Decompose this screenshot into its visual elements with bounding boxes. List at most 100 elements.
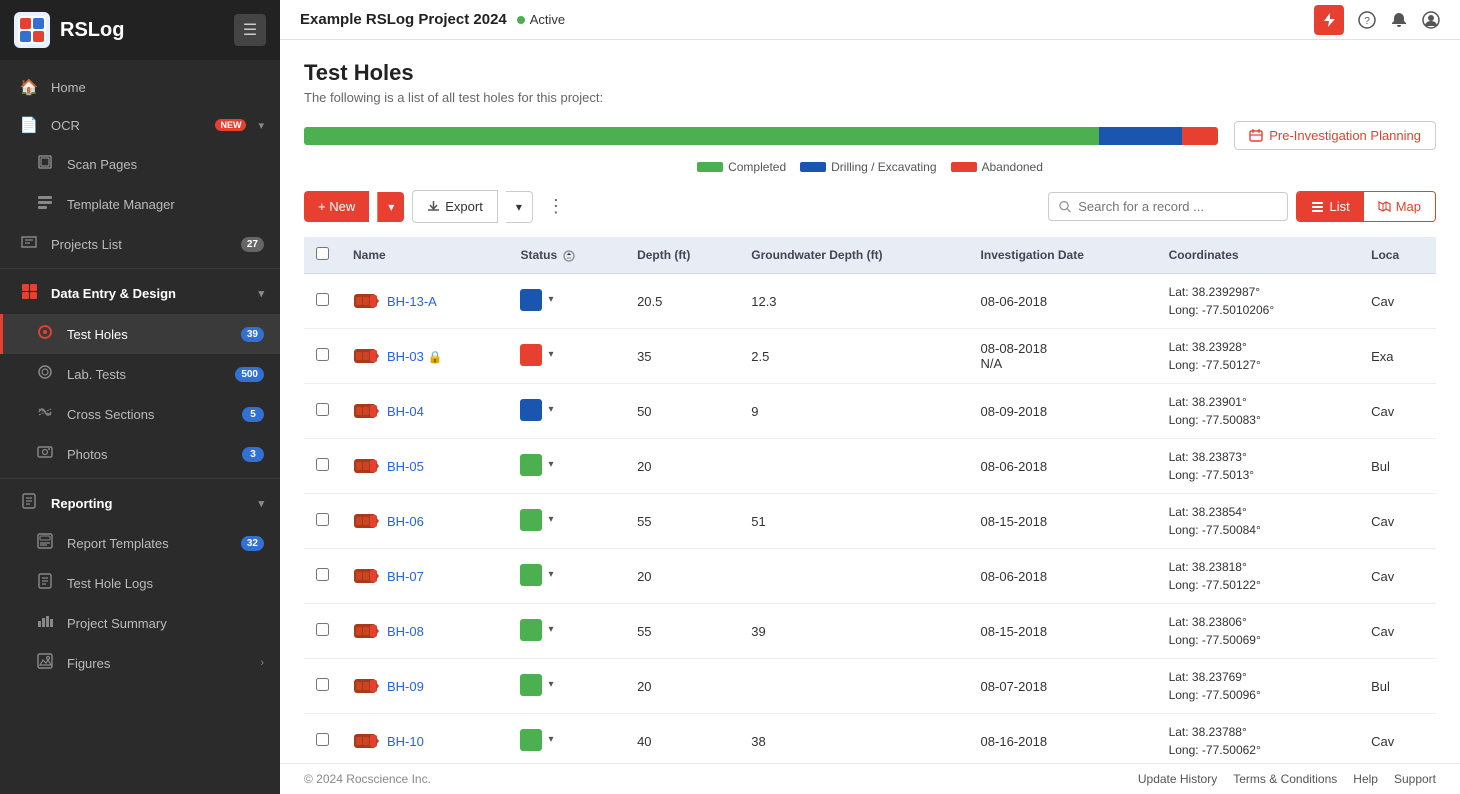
row-checkbox[interactable] <box>316 458 329 471</box>
row-long: Long: -77.5013° <box>1169 466 1348 484</box>
row-status-dropdown[interactable]: ▾ <box>546 404 555 415</box>
row-checkbox[interactable] <box>316 293 329 306</box>
search-input[interactable] <box>1078 199 1277 214</box>
sidebar-label-projects-list: Projects List <box>51 237 229 252</box>
select-all-checkbox[interactable] <box>316 247 329 260</box>
project-summary-icon <box>35 613 55 633</box>
sidebar-item-cross-sections[interactable]: Cross Sections 5 <box>0 394 280 434</box>
row-status-dropdown[interactable]: ▾ <box>546 349 555 360</box>
sidebar-section-data-entry[interactable]: Data Entry & Design ▾ <box>0 273 280 314</box>
row-checkbox-cell <box>304 329 341 384</box>
sidebar-item-photos[interactable]: Photos 3 <box>0 434 280 474</box>
export-button[interactable]: Export <box>412 190 498 223</box>
user-profile-button[interactable] <box>1422 11 1440 29</box>
row-name-link[interactable]: BH-13-A <box>387 294 437 309</box>
row-name-link[interactable]: BH-04 <box>387 404 424 419</box>
sidebar-item-projects-list[interactable]: Projects List 27 <box>0 224 280 264</box>
home-icon: 🏠 <box>19 78 39 96</box>
progress-abandoned <box>1182 127 1219 145</box>
row-name-link[interactable]: BH-09 <box>387 679 424 694</box>
lightning-button[interactable] <box>1314 5 1344 35</box>
row-name-link[interactable]: BH-07 <box>387 569 424 584</box>
row-status-dropdown[interactable]: ▾ <box>546 624 555 635</box>
row-status-cell: ▾ <box>508 604 625 659</box>
new-button-label: + New <box>318 199 355 214</box>
legend-completed-color <box>697 162 723 172</box>
row-lat: Lat: 38.2392987° <box>1169 283 1348 301</box>
pre-investigation-button[interactable]: Pre-Investigation Planning <box>1234 121 1436 150</box>
row-status-dropdown[interactable]: ▾ <box>546 569 555 580</box>
row-name-link[interactable]: BH-03 🔒 <box>387 349 442 364</box>
sidebar-item-project-summary[interactable]: Project Summary <box>0 603 280 643</box>
sidebar-item-test-hole-logs[interactable]: Test Hole Logs <box>0 563 280 603</box>
row-name-link[interactable]: BH-05 <box>387 459 424 474</box>
sidebar-label-home: Home <box>51 80 264 95</box>
row-drill-icon <box>353 675 379 697</box>
support-link[interactable]: Support <box>1394 772 1436 786</box>
sidebar-menu-button[interactable]: ☰ <box>234 14 266 46</box>
terms-conditions-link[interactable]: Terms & Conditions <box>1233 772 1337 786</box>
row-drill-icon <box>353 620 379 642</box>
row-status-dropdown[interactable]: ▾ <box>546 514 555 525</box>
row-status-cell: ▾ <box>508 659 625 714</box>
row-status-color <box>520 509 542 531</box>
data-entry-chevron-icon: ▾ <box>258 287 264 300</box>
row-gw-depth <box>739 549 968 604</box>
sidebar-item-ocr[interactable]: 📄 OCR NEW ▾ <box>0 106 280 144</box>
sidebar-item-home[interactable]: 🏠 Home <box>0 68 280 106</box>
row-name-link[interactable]: BH-10 <box>387 734 424 749</box>
sidebar-item-report-templates[interactable]: Report Templates 32 <box>0 523 280 563</box>
new-dropdown-button[interactable]: ▾ <box>377 192 404 222</box>
row-location: Cav <box>1359 714 1436 764</box>
row-checkbox-cell <box>304 494 341 549</box>
figures-icon <box>35 653 55 673</box>
row-lat: Lat: 38.23901° <box>1169 393 1348 411</box>
row-gw-depth <box>739 439 968 494</box>
sidebar-item-test-holes[interactable]: Test Holes 39 <box>0 314 280 354</box>
row-inv-date: 08-06-2018 <box>969 274 1157 329</box>
map-view-button[interactable]: Map <box>1364 192 1435 221</box>
lab-tests-count-badge: 500 <box>235 367 264 382</box>
sidebar-item-lab-tests[interactable]: Lab. Tests 500 <box>0 354 280 394</box>
row-name-link[interactable]: BH-08 <box>387 624 424 639</box>
notifications-button[interactable] <box>1390 11 1408 29</box>
more-options-button[interactable]: ⋮ <box>541 192 571 221</box>
row-status-dropdown[interactable]: ▾ <box>546 459 555 470</box>
row-location: Cav <box>1359 384 1436 439</box>
export-dropdown-button[interactable]: ▾ <box>506 191 533 223</box>
row-status-dropdown[interactable]: ▾ <box>546 294 555 305</box>
new-button[interactable]: + New <box>304 191 369 222</box>
row-status-cell: ▾ <box>508 274 625 329</box>
header-status: Status <box>508 237 625 274</box>
row-lat: Lat: 38.23788° <box>1169 723 1348 741</box>
row-checkbox[interactable] <box>316 348 329 361</box>
row-location: Bul <box>1359 439 1436 494</box>
legend-abandoned: Abandoned <box>951 160 1043 174</box>
list-view-button[interactable]: List <box>1297 192 1363 221</box>
row-checkbox[interactable] <box>316 513 329 526</box>
projects-count-badge: 27 <box>241 237 264 252</box>
update-history-link[interactable]: Update History <box>1138 772 1217 786</box>
row-status-color <box>520 564 542 586</box>
sidebar-item-scan-pages[interactable]: Scan Pages <box>0 144 280 184</box>
sidebar-item-template-manager[interactable]: Template Manager <box>0 184 280 224</box>
row-checkbox[interactable] <box>316 623 329 636</box>
project-status: Active <box>517 12 565 27</box>
row-checkbox[interactable] <box>316 403 329 416</box>
sidebar-item-figures[interactable]: Figures › <box>0 643 280 683</box>
help-link[interactable]: Help <box>1353 772 1378 786</box>
row-status-dropdown[interactable]: ▾ <box>546 734 555 745</box>
row-checkbox[interactable] <box>316 678 329 691</box>
search-box <box>1048 192 1288 221</box>
row-name-link[interactable]: BH-06 <box>387 514 424 529</box>
sidebar-section-reporting[interactable]: Reporting ▾ <box>0 483 280 523</box>
row-checkbox[interactable] <box>316 568 329 581</box>
table-row: BH-09 ▾ 20 08-07-2018 Lat: 38.23769° Lon… <box>304 659 1436 714</box>
row-status-dropdown[interactable]: ▾ <box>546 679 555 690</box>
map-view-label: Map <box>1396 199 1421 214</box>
progress-legend: Completed Drilling / Excavating Abandone… <box>304 160 1436 174</box>
row-checkbox[interactable] <box>316 733 329 746</box>
help-button[interactable]: ? <box>1358 11 1376 29</box>
sidebar-label-test-holes: Test Holes <box>67 327 229 342</box>
row-depth: 50 <box>625 384 739 439</box>
